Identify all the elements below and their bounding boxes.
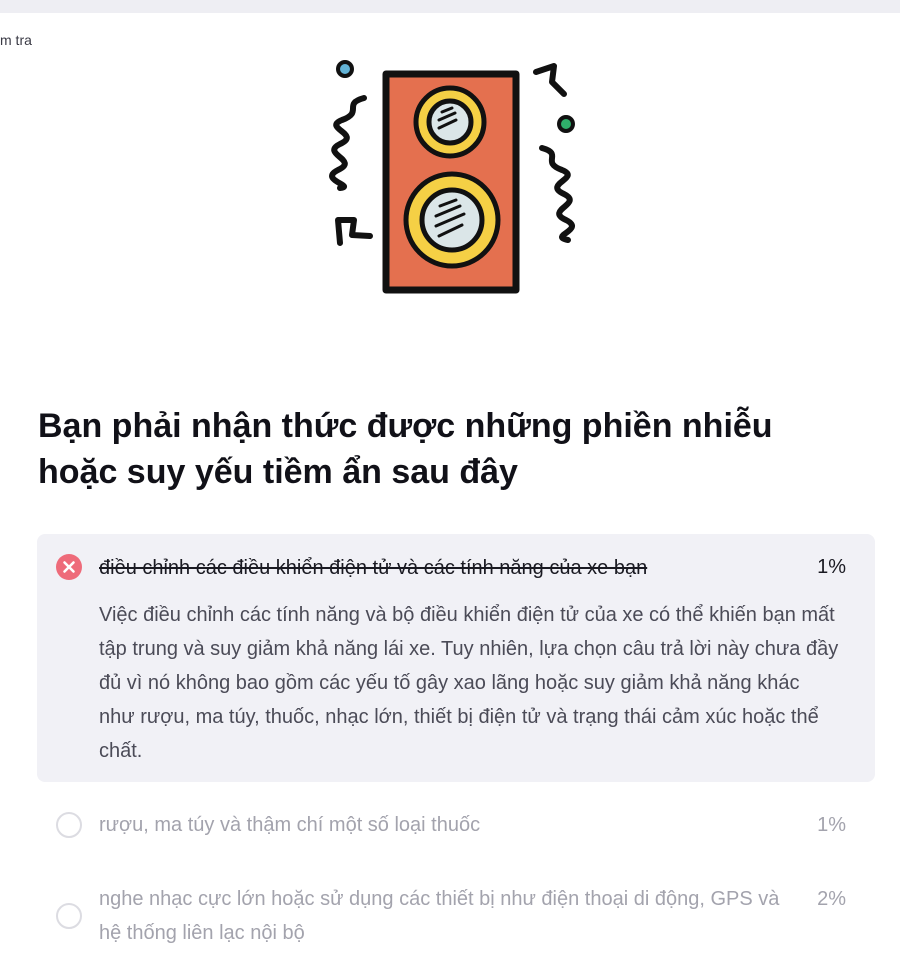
radio-circle-icon[interactable] [56,812,82,838]
answer-percent: 1% [817,814,846,836]
answer-label: rượu, ma túy và thậm chí một số loại thu… [99,814,481,836]
answer-option-3[interactable]: nghe nhạc cực lớn hoặc sử dụng các thiết… [37,882,875,954]
incorrect-icon [56,554,82,580]
speaker-icon [329,60,575,294]
answer-option-2[interactable]: rượu, ma túy và thậm chí một số loại thu… [37,808,875,844]
answer-percent: 1% [817,556,846,578]
speaker-illustration [318,50,598,310]
question-title: Bạn phải nhận thức được những phiền nhiễ… [38,407,773,491]
top-bar [0,0,900,13]
answer-label: nghe nhạc cực lớn hoặc sử dụng các thiết… [99,888,780,944]
answer-label: điều chỉnh các điều khiển điện tử và các… [99,557,648,579]
answer-percent: 2% [817,888,846,910]
answer-option-1[interactable]: điều chỉnh các điều khiển điện tử và các… [37,534,875,782]
breadcrumb[interactable]: m tra [0,32,32,48]
radio-circle-icon[interactable] [56,903,82,929]
answer-explanation: Việc điều chỉnh các tính năng và bộ điều… [99,604,839,762]
